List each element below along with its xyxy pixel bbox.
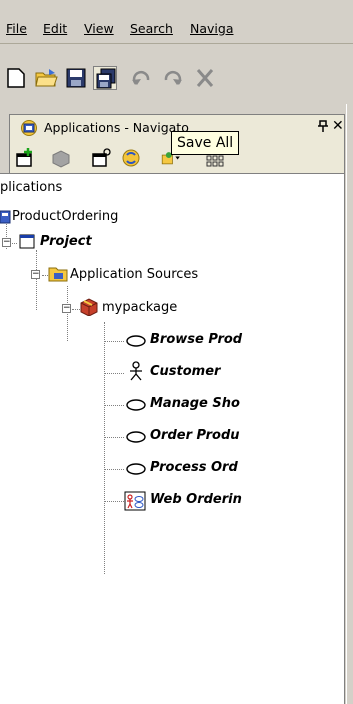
use-case-icon (125, 462, 147, 476)
menu-edit[interactable]: Edit (43, 21, 67, 36)
tree-node-label: Manage Sho (150, 396, 240, 411)
navigator-tree: plications ProductOrdering − Project − A… (0, 173, 345, 704)
tree-node-order-products[interactable]: Order Produ (150, 426, 240, 446)
tree-node-label: plications (0, 180, 63, 195)
menu-file[interactable]: File (6, 21, 27, 36)
tree-connector (104, 437, 124, 438)
tree-node-application[interactable]: ProductOrdering (12, 207, 118, 227)
tree-node-manage-shopping[interactable]: Manage Sho (150, 394, 240, 414)
save-all-button[interactable] (93, 66, 117, 90)
redo-button[interactable] (160, 66, 184, 90)
cut-icon (196, 69, 214, 87)
menu-view-label: View (84, 21, 114, 36)
package-icon (78, 296, 100, 316)
save-all-tooltip: Save All (171, 131, 240, 155)
application-icon (0, 209, 12, 225)
tree-node-project[interactable]: Project (40, 232, 92, 252)
tree-connector (104, 322, 105, 574)
new-workspace-button[interactable] (90, 147, 112, 169)
menu-navigate-label: Naviga (190, 21, 234, 36)
applications-navigator-panel: Applications - Navigato ✕ plications Pro… (0, 104, 346, 704)
menu-search[interactable]: Search (130, 21, 173, 36)
open-button[interactable] (34, 66, 58, 90)
tree-node-process-order[interactable]: Process Ord (150, 458, 238, 478)
folder-icon (48, 264, 68, 282)
collapse-icon[interactable]: − (31, 270, 40, 279)
new-button[interactable] (4, 66, 28, 90)
splitter[interactable] (346, 104, 353, 704)
tree-connector (104, 341, 124, 342)
tree-connector (104, 405, 124, 406)
remove-icon (52, 150, 70, 168)
tree-node-web-ordering[interactable]: Web Orderin (150, 490, 242, 510)
new-application-button[interactable] (14, 147, 36, 169)
undo-button[interactable] (130, 66, 154, 90)
cut-button[interactable] (193, 66, 217, 90)
tree-node-label: Browse Prod (150, 332, 243, 347)
menu-search-label: Search (130, 21, 173, 36)
remove-button[interactable] (50, 147, 72, 169)
use-case-icon (125, 430, 147, 444)
menu-edit-label: Edit (43, 21, 68, 36)
menu-navigate[interactable]: Naviga (190, 21, 233, 36)
collapse-icon[interactable]: − (62, 304, 71, 313)
use-case-icon (125, 398, 147, 412)
tree-node-label: Application Sources (70, 267, 199, 282)
tree-node-customer[interactable]: Customer (150, 362, 220, 382)
tree-node-label: Customer (150, 364, 221, 379)
save-all-icon (96, 68, 116, 89)
tree-connector (67, 286, 68, 341)
diagram-icon (124, 491, 146, 511)
undo-icon (132, 70, 150, 85)
tree-connector (104, 469, 124, 470)
close-icon[interactable]: ✕ (332, 118, 344, 134)
save-button[interactable] (64, 66, 88, 90)
tree-node-label: ProductOrdering (12, 209, 119, 224)
tree-node-label: Web Orderin (150, 492, 242, 507)
new-workspace-icon (92, 148, 111, 167)
save-icon (66, 68, 86, 88)
tree-node-application-sources[interactable]: Application Sources (70, 265, 198, 285)
collapse-icon[interactable]: − (2, 238, 11, 247)
refresh-button[interactable] (120, 147, 142, 169)
tree-node-root[interactable]: plications (0, 178, 62, 198)
panel-title: Applications - Navigato (44, 120, 189, 135)
tree-node-label: Process Ord (150, 460, 238, 475)
applications-icon (20, 119, 38, 137)
menu-view[interactable]: View (84, 21, 114, 36)
refresh-icon (122, 149, 140, 167)
menu-file-label: File (6, 21, 27, 36)
actor-icon (128, 361, 144, 381)
tree-node-label: Project (40, 234, 92, 249)
pin-icon[interactable] (317, 120, 329, 136)
tree-node-mypackage[interactable]: mypackage (102, 298, 177, 318)
redo-icon (164, 70, 182, 85)
tree-connector (36, 250, 37, 310)
tree-node-browse-products[interactable]: Browse Prod (150, 330, 242, 350)
open-folder-icon (35, 69, 58, 87)
project-icon (19, 234, 35, 249)
tree-node-label: mypackage (102, 300, 178, 315)
use-case-icon (125, 334, 147, 348)
tree-connector (104, 373, 124, 374)
tree-node-label: Order Produ (150, 428, 240, 443)
main-toolbar (0, 44, 353, 104)
new-icon (7, 68, 25, 88)
tree-connector (104, 501, 124, 502)
new-application-icon (16, 148, 32, 167)
menu-bar: File Edit View Search Naviga (0, 0, 353, 44)
